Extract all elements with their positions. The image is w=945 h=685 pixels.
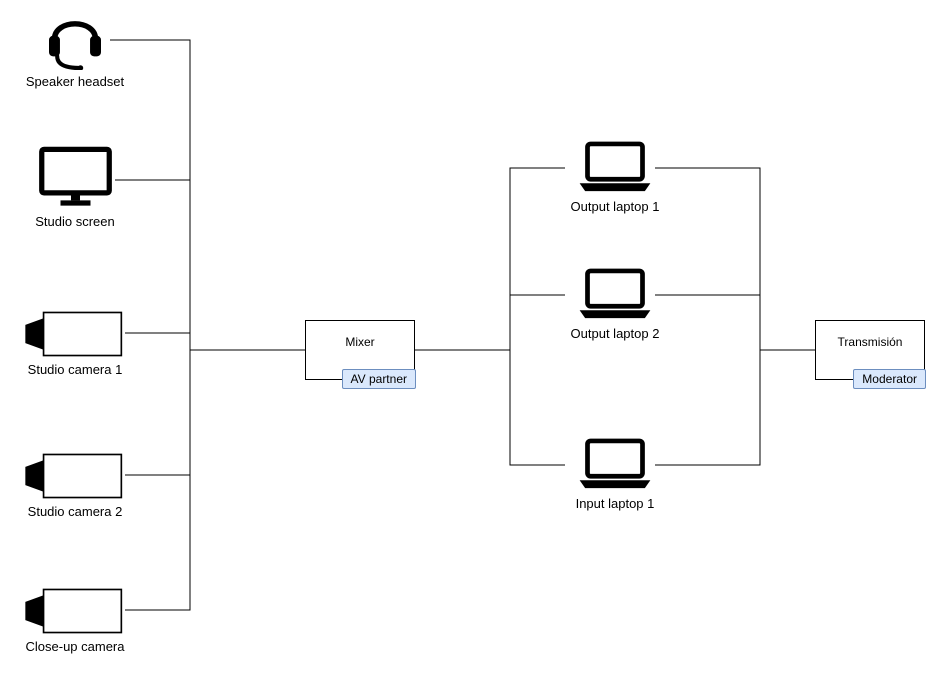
diagram-wires (0, 0, 945, 685)
camera-icon (15, 452, 135, 500)
node-studio-camera-1: Studio camera 1 (15, 310, 135, 377)
node-speaker-headset: Speaker headset (15, 5, 135, 89)
node-studio-camera-2: Studio camera 2 (15, 452, 135, 519)
camera-icon (15, 310, 135, 358)
in-laptop-1-label: Input laptop 1 (555, 496, 675, 511)
node-closeup-camera: Close-up camera (15, 587, 135, 654)
screen-label: Studio screen (15, 214, 135, 229)
out-laptop-2-label: Output laptop 2 (555, 326, 675, 341)
cam1-label: Studio camera 1 (15, 362, 135, 377)
node-transmision: Transmisión Moderator (815, 320, 925, 380)
transmision-label: Transmisión (816, 335, 924, 349)
cam2-label: Studio camera 2 (15, 504, 135, 519)
camera-icon (15, 587, 135, 635)
transmision-tag: Moderator (853, 369, 926, 389)
laptop-icon (555, 140, 675, 195)
node-studio-screen: Studio screen (15, 145, 135, 229)
cam3-label: Close-up camera (15, 639, 135, 654)
node-mixer: Mixer AV partner (305, 320, 415, 380)
laptop-icon (555, 437, 675, 492)
node-input-laptop-1: Input laptop 1 (555, 437, 675, 511)
mixer-label: Mixer (306, 335, 414, 349)
monitor-icon (15, 145, 135, 210)
node-output-laptop-1: Output laptop 1 (555, 140, 675, 214)
headset-label: Speaker headset (15, 74, 135, 89)
mixer-tag: AV partner (342, 369, 416, 389)
node-output-laptop-2: Output laptop 2 (555, 267, 675, 341)
headset-icon (15, 5, 135, 70)
out-laptop-1-label: Output laptop 1 (555, 199, 675, 214)
laptop-icon (555, 267, 675, 322)
